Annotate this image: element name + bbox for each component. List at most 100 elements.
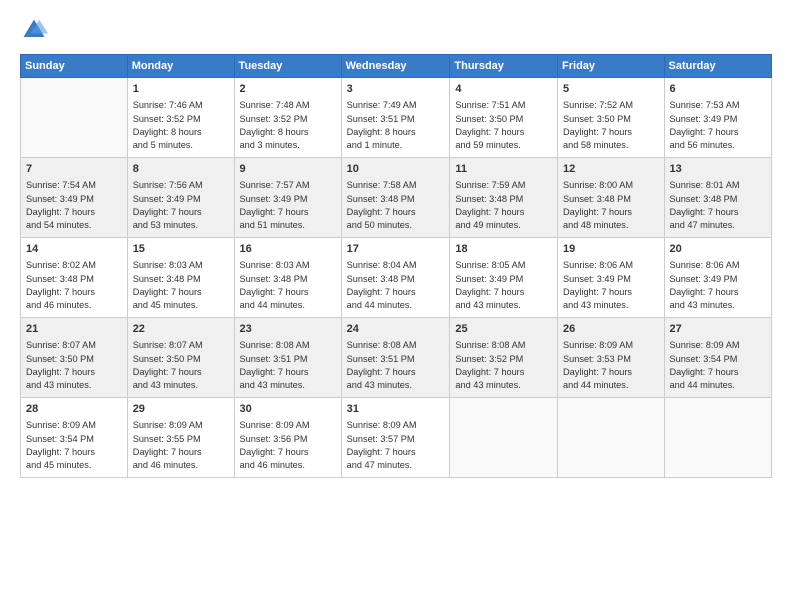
- calendar-cell: 14 Sunrise: 8:02 AM Sunset: 3:48 PM Dayli…: [21, 238, 128, 318]
- day-info: Sunrise: 7:46 AM Sunset: 3:52 PM Dayligh…: [133, 99, 229, 152]
- page: SundayMondayTuesdayWednesdayThursdayFrid…: [0, 0, 792, 612]
- day-info: Sunrise: 8:08 AM Sunset: 3:52 PM Dayligh…: [455, 339, 552, 392]
- day-number: 25: [455, 322, 552, 337]
- day-info: Sunrise: 7:52 AM Sunset: 3:50 PM Dayligh…: [563, 99, 658, 152]
- day-info: Sunrise: 8:07 AM Sunset: 3:50 PM Dayligh…: [26, 339, 122, 392]
- col-header-saturday: Saturday: [664, 55, 771, 78]
- calendar-cell: 27 Sunrise: 8:09 AM Sunset: 3:54 PM Dayli…: [664, 318, 771, 398]
- logo: [20, 16, 52, 44]
- calendar-cell: 30Sunrise: 8:09 AM Sunset: 3:56 PM Dayli…: [234, 398, 341, 478]
- logo-icon: [20, 16, 48, 44]
- day-info: Sunrise: 8:09 AM Sunset: 3:55 PM Dayligh…: [133, 419, 229, 472]
- day-info: Sunrise: 7:58 AM Sunset: 3:48 PM Dayligh…: [347, 179, 445, 232]
- calendar-cell: 13 Sunrise: 8:01 AM Sunset: 3:48 PM Dayli…: [664, 158, 771, 238]
- week-row-2: 7 Sunrise: 7:54 AM Sunset: 3:49 PM Daylig…: [21, 158, 772, 238]
- calendar-cell: [664, 398, 771, 478]
- week-row-5: 28Sunrise: 8:09 AM Sunset: 3:54 PM Dayli…: [21, 398, 772, 478]
- week-row-1: 1 Sunrise: 7:46 AM Sunset: 3:52 PM Daylig…: [21, 78, 772, 158]
- calendar-cell: 8 Sunrise: 7:56 AM Sunset: 3:49 PM Daylig…: [127, 158, 234, 238]
- day-number: 11: [455, 162, 552, 177]
- calendar-cell: 7 Sunrise: 7:54 AM Sunset: 3:49 PM Daylig…: [21, 158, 128, 238]
- calendar-cell: 23Sunrise: 8:08 AM Sunset: 3:51 PM Dayli…: [234, 318, 341, 398]
- calendar-cell: 24Sunrise: 8:08 AM Sunset: 3:51 PM Dayli…: [341, 318, 450, 398]
- day-info: Sunrise: 8:09 AM Sunset: 3:57 PM Dayligh…: [347, 419, 445, 472]
- calendar-cell: 29Sunrise: 8:09 AM Sunset: 3:55 PM Dayli…: [127, 398, 234, 478]
- day-info: Sunrise: 7:51 AM Sunset: 3:50 PM Dayligh…: [455, 99, 552, 152]
- calendar-cell: 28Sunrise: 8:09 AM Sunset: 3:54 PM Dayli…: [21, 398, 128, 478]
- day-number: 27: [670, 322, 766, 337]
- calendar-cell: [450, 398, 558, 478]
- day-info: Sunrise: 8:05 AM Sunset: 3:49 PM Dayligh…: [455, 259, 552, 312]
- calendar-cell: [21, 78, 128, 158]
- calendar-cell: 10 Sunrise: 7:58 AM Sunset: 3:48 PM Dayli…: [341, 158, 450, 238]
- week-row-4: 21 Sunrise: 8:07 AM Sunset: 3:50 PM Dayli…: [21, 318, 772, 398]
- calendar-cell: 2 Sunrise: 7:48 AM Sunset: 3:52 PM Daylig…: [234, 78, 341, 158]
- day-info: Sunrise: 8:09 AM Sunset: 3:56 PM Dayligh…: [240, 419, 336, 472]
- day-number: 3: [347, 82, 445, 97]
- day-info: Sunrise: 7:49 AM Sunset: 3:51 PM Dayligh…: [347, 99, 445, 152]
- day-info: Sunrise: 8:01 AM Sunset: 3:48 PM Dayligh…: [670, 179, 766, 232]
- calendar-cell: 16 Sunrise: 8:03 AM Sunset: 3:48 PM Dayli…: [234, 238, 341, 318]
- calendar-cell: 18 Sunrise: 8:05 AM Sunset: 3:49 PM Dayli…: [450, 238, 558, 318]
- day-number: 17: [347, 242, 445, 257]
- day-number: 23: [240, 322, 336, 337]
- col-header-sunday: Sunday: [21, 55, 128, 78]
- calendar-cell: 1 Sunrise: 7:46 AM Sunset: 3:52 PM Daylig…: [127, 78, 234, 158]
- calendar-cell: 11 Sunrise: 7:59 AM Sunset: 3:48 PM Dayli…: [450, 158, 558, 238]
- week-row-3: 14 Sunrise: 8:02 AM Sunset: 3:48 PM Dayli…: [21, 238, 772, 318]
- day-number: 10: [347, 162, 445, 177]
- day-number: 16: [240, 242, 336, 257]
- day-number: 21: [26, 322, 122, 337]
- day-info: Sunrise: 8:06 AM Sunset: 3:49 PM Dayligh…: [563, 259, 658, 312]
- day-number: 15: [133, 242, 229, 257]
- col-header-tuesday: Tuesday: [234, 55, 341, 78]
- day-number: 4: [455, 82, 552, 97]
- day-info: Sunrise: 8:08 AM Sunset: 3:51 PM Dayligh…: [347, 339, 445, 392]
- day-number: 6: [670, 82, 766, 97]
- day-number: 22: [133, 322, 229, 337]
- calendar-cell: 15 Sunrise: 8:03 AM Sunset: 3:48 PM Dayli…: [127, 238, 234, 318]
- day-info: Sunrise: 7:56 AM Sunset: 3:49 PM Dayligh…: [133, 179, 229, 232]
- col-header-thursday: Thursday: [450, 55, 558, 78]
- day-info: Sunrise: 8:06 AM Sunset: 3:49 PM Dayligh…: [670, 259, 766, 312]
- day-info: Sunrise: 7:48 AM Sunset: 3:52 PM Dayligh…: [240, 99, 336, 152]
- calendar-cell: 17Sunrise: 8:04 AM Sunset: 3:48 PM Dayli…: [341, 238, 450, 318]
- day-number: 20: [670, 242, 766, 257]
- day-info: Sunrise: 8:02 AM Sunset: 3:48 PM Dayligh…: [26, 259, 122, 312]
- day-number: 26: [563, 322, 658, 337]
- calendar-cell: 19 Sunrise: 8:06 AM Sunset: 3:49 PM Dayli…: [558, 238, 664, 318]
- day-number: 5: [563, 82, 658, 97]
- calendar-cell: 21 Sunrise: 8:07 AM Sunset: 3:50 PM Dayli…: [21, 318, 128, 398]
- day-number: 31: [347, 402, 445, 417]
- day-info: Sunrise: 8:00 AM Sunset: 3:48 PM Dayligh…: [563, 179, 658, 232]
- calendar-cell: [558, 398, 664, 478]
- day-info: Sunrise: 8:09 AM Sunset: 3:53 PM Dayligh…: [563, 339, 658, 392]
- day-number: 13: [670, 162, 766, 177]
- day-number: 8: [133, 162, 229, 177]
- day-number: 2: [240, 82, 336, 97]
- day-info: Sunrise: 8:09 AM Sunset: 3:54 PM Dayligh…: [670, 339, 766, 392]
- day-info: Sunrise: 7:57 AM Sunset: 3:49 PM Dayligh…: [240, 179, 336, 232]
- calendar-cell: 3 Sunrise: 7:49 AM Sunset: 3:51 PM Daylig…: [341, 78, 450, 158]
- calendar-cell: 26 Sunrise: 8:09 AM Sunset: 3:53 PM Dayli…: [558, 318, 664, 398]
- day-info: Sunrise: 8:03 AM Sunset: 3:48 PM Dayligh…: [133, 259, 229, 312]
- calendar-cell: 25 Sunrise: 8:08 AM Sunset: 3:52 PM Dayli…: [450, 318, 558, 398]
- calendar-cell: 5 Sunrise: 7:52 AM Sunset: 3:50 PM Daylig…: [558, 78, 664, 158]
- day-number: 14: [26, 242, 122, 257]
- day-number: 18: [455, 242, 552, 257]
- day-number: 19: [563, 242, 658, 257]
- day-number: 1: [133, 82, 229, 97]
- day-info: Sunrise: 7:59 AM Sunset: 3:48 PM Dayligh…: [455, 179, 552, 232]
- day-info: Sunrise: 8:03 AM Sunset: 3:48 PM Dayligh…: [240, 259, 336, 312]
- calendar-cell: 6Sunrise: 7:53 AM Sunset: 3:49 PM Daylig…: [664, 78, 771, 158]
- day-info: Sunrise: 7:54 AM Sunset: 3:49 PM Dayligh…: [26, 179, 122, 232]
- header-row: SundayMondayTuesdayWednesdayThursdayFrid…: [21, 55, 772, 78]
- day-number: 7: [26, 162, 122, 177]
- day-number: 28: [26, 402, 122, 417]
- col-header-wednesday: Wednesday: [341, 55, 450, 78]
- calendar-cell: 12Sunrise: 8:00 AM Sunset: 3:48 PM Dayli…: [558, 158, 664, 238]
- calendar-cell: 22Sunrise: 8:07 AM Sunset: 3:50 PM Dayli…: [127, 318, 234, 398]
- calendar-cell: 4 Sunrise: 7:51 AM Sunset: 3:50 PM Daylig…: [450, 78, 558, 158]
- calendar-cell: 31 Sunrise: 8:09 AM Sunset: 3:57 PM Dayli…: [341, 398, 450, 478]
- calendar-cell: 20 Sunrise: 8:06 AM Sunset: 3:49 PM Dayli…: [664, 238, 771, 318]
